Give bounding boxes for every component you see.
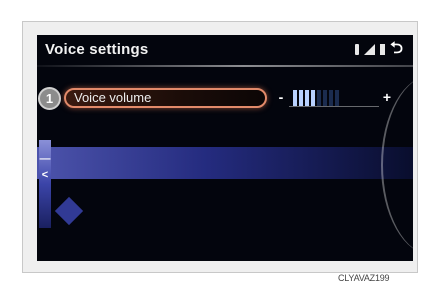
back-icon[interactable]: ⮌ xyxy=(390,41,403,57)
volume-level-bar xyxy=(323,90,327,106)
status-icons: ⮌ xyxy=(355,41,403,57)
volume-level-bar xyxy=(293,90,297,106)
page-title: Voice settings xyxy=(45,41,149,58)
list-highlight-band xyxy=(37,147,413,179)
volume-level-bar xyxy=(299,90,303,106)
title-divider xyxy=(37,65,413,67)
volume-level-bar xyxy=(329,90,333,106)
display-screen: Voice settings ⮌ 1 Voice volume - + — < xyxy=(37,35,413,261)
volume-decrease-button[interactable]: - xyxy=(273,87,289,109)
battery-icon xyxy=(380,43,386,55)
callout-badge: 1 xyxy=(38,87,61,110)
figure-caption: CLYAVAZ199 xyxy=(338,273,390,283)
bluetooth-icon xyxy=(355,43,360,55)
volume-level-bar xyxy=(317,90,321,106)
volume-stepper[interactable]: - + xyxy=(273,87,395,109)
volume-level-bar xyxy=(311,90,315,106)
volume-level-bars xyxy=(293,90,339,106)
scroll-left-button[interactable]: < xyxy=(39,169,51,181)
voice-volume-label: Voice volume xyxy=(74,90,152,105)
volume-level-bar xyxy=(305,90,309,106)
scroll-up-button[interactable]: — xyxy=(39,153,51,165)
decorative-diamond-icon xyxy=(54,196,84,226)
volume-level-bar xyxy=(335,90,339,106)
volume-track-line xyxy=(289,106,379,107)
voice-volume-item[interactable]: Voice volume xyxy=(64,88,267,108)
signal-icon xyxy=(364,43,376,55)
